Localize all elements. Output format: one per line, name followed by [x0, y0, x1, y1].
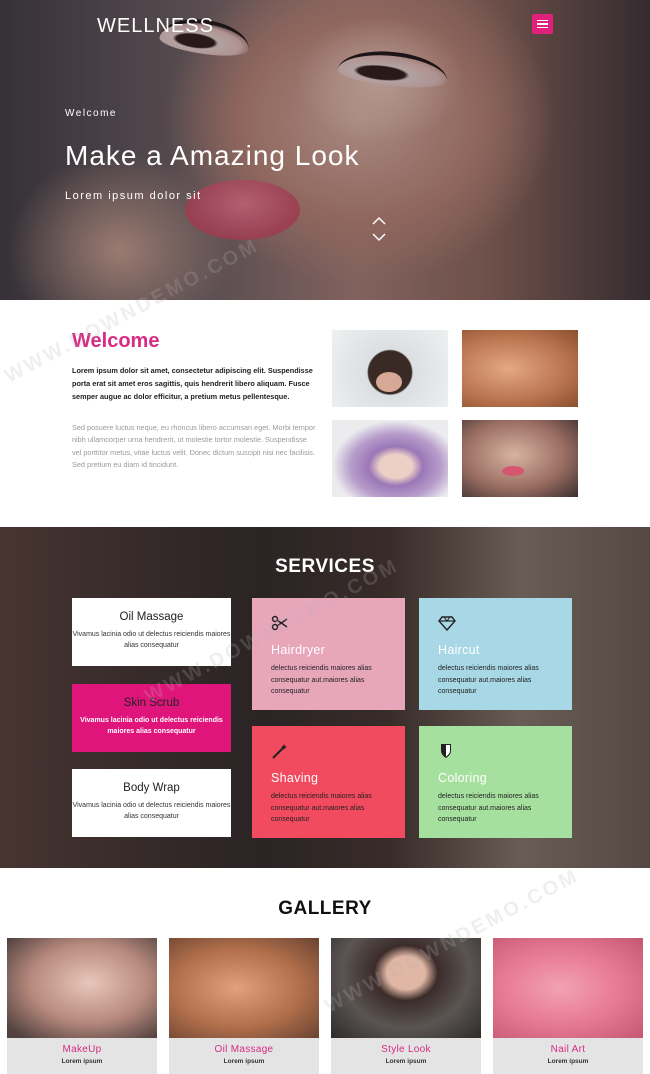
- gallery-item-desc: Lorem ipsum: [547, 1058, 589, 1065]
- service-title: Haircut: [438, 643, 480, 657]
- gallery-item-title: Style Look: [381, 1044, 431, 1055]
- service-title: Body Wrap: [123, 782, 180, 794]
- service-title: Oil Massage: [119, 611, 184, 623]
- service-title: Coloring: [438, 771, 487, 785]
- service-card-hairdryer[interactable]: Hairdryer delectus reiciendis maiores al…: [252, 598, 405, 710]
- service-desc: Vivamus lacinia odio ut delectus reicien…: [80, 717, 223, 735]
- shield-icon: [441, 744, 451, 758]
- chevron-down-icon[interactable]: [372, 233, 386, 242]
- service-desc: delectus reiciendis maiores alias conseq…: [438, 793, 539, 823]
- service-title: Shaving: [271, 771, 319, 785]
- service-desc: delectus reiciendis maiores alias conseq…: [271, 665, 372, 695]
- service-card-oil-massage[interactable]: Oil Massage Vivamus lacinia odio ut dele…: [72, 598, 231, 666]
- gallery-image[interactable]: [331, 938, 481, 1038]
- gallery-item-desc: Lorem ipsum: [223, 1058, 265, 1065]
- service-title: Skin Scrub: [123, 697, 180, 709]
- welcome-image-massage: [462, 330, 578, 407]
- gallery-image[interactable]: [493, 938, 643, 1038]
- service-desc: Vivamus lacinia odio ut delectus reicien…: [72, 631, 231, 649]
- gallery-item-style-look[interactable]: Style Look Lorem ipsum: [331, 938, 481, 1074]
- gallery-item-title: MakeUp: [62, 1044, 102, 1055]
- magic-wand-icon: [272, 744, 287, 759]
- gallery-image[interactable]: [7, 938, 157, 1038]
- service-desc: delectus reiciendis maiores alias conseq…: [438, 665, 539, 695]
- scissors-icon: [271, 615, 288, 631]
- slider-arrows[interactable]: [372, 216, 386, 242]
- welcome-intro-text: Lorem ipsum dolor sit amet, consectetur …: [72, 366, 313, 401]
- service-desc: Vivamus lacinia odio ut delectus reicien…: [72, 802, 231, 820]
- service-title: Hairdryer: [271, 643, 326, 657]
- gallery-item-title: Nail Art: [550, 1044, 586, 1055]
- gallery-item-title: Oil Massage: [214, 1044, 274, 1055]
- service-card-skin-scrub[interactable]: Skin Scrub Vivamus lacinia odio ut delec…: [72, 684, 231, 752]
- service-card-haircut[interactable]: Haircut delectus reiciendis maiores alia…: [419, 598, 572, 710]
- service-card-coloring[interactable]: Coloring delectus reiciendis maiores ali…: [419, 726, 572, 838]
- gallery-item-nail-art[interactable]: Nail Art Lorem ipsum: [493, 938, 643, 1074]
- welcome-title: Welcome: [72, 330, 160, 352]
- welcome-image-haircut: [332, 330, 448, 407]
- gallery-item-desc: Lorem ipsum: [385, 1058, 427, 1065]
- welcome-image-makeup: [462, 420, 578, 497]
- chevron-up-icon[interactable]: [372, 216, 386, 225]
- service-card-shaving[interactable]: Shaving delectus reiciendis maiores alia…: [252, 726, 405, 838]
- welcome-body-text: Sed posuere luctus neque, eu rhoncus lib…: [72, 423, 316, 470]
- gallery-item-makeup[interactable]: MakeUp Lorem ipsum: [7, 938, 157, 1074]
- service-desc: delectus reiciendis maiores alias conseq…: [271, 793, 372, 823]
- gallery-image[interactable]: [169, 938, 319, 1038]
- gallery-item-desc: Lorem ipsum: [61, 1058, 103, 1065]
- hero-title: Make a Amazing Look: [65, 140, 360, 171]
- brand-logo[interactable]: WELLNESS: [97, 15, 214, 38]
- hero-subtitle: Lorem ipsum dolor sit: [65, 190, 202, 202]
- services-title: SERVICES: [275, 556, 375, 577]
- hamburger-menu-icon[interactable]: [532, 14, 553, 34]
- gallery-title: GALLERY: [278, 898, 372, 919]
- gallery-item-oil-massage[interactable]: Oil Massage Lorem ipsum: [169, 938, 319, 1074]
- welcome-image-purple-hair: [332, 420, 448, 497]
- service-card-body-wrap[interactable]: Body Wrap Vivamus lacinia odio ut delect…: [72, 769, 231, 837]
- hero-welcome-text: Welcome: [65, 108, 117, 119]
- diamond-icon: [438, 616, 456, 632]
